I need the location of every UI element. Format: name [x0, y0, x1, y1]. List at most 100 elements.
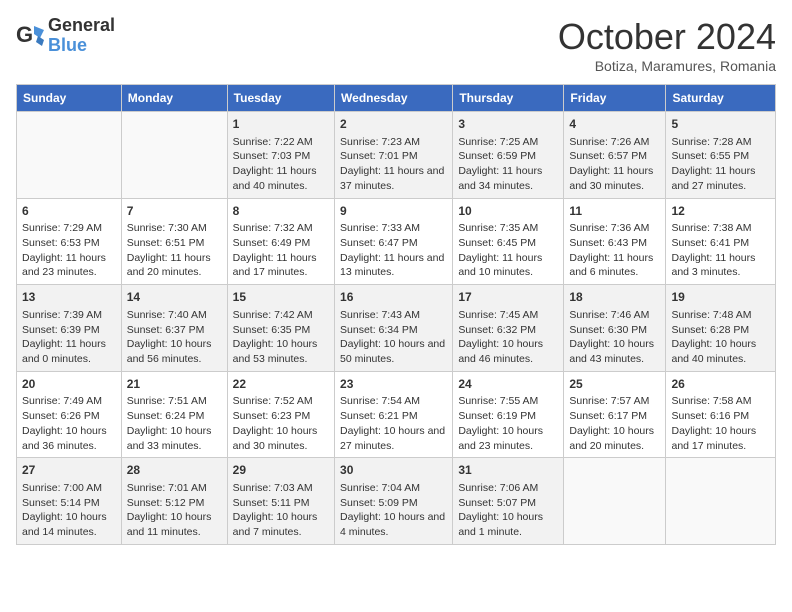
calendar-cell: 12Sunrise: 7:38 AM Sunset: 6:41 PM Dayli… [666, 198, 776, 285]
calendar-cell: 6Sunrise: 7:29 AM Sunset: 6:53 PM Daylig… [17, 198, 122, 285]
day-info: Sunrise: 7:23 AM Sunset: 7:01 PM Dayligh… [340, 135, 447, 194]
svg-text:G: G [16, 22, 33, 47]
day-number: 27 [22, 462, 116, 479]
calendar-cell [666, 458, 776, 545]
day-number: 20 [22, 376, 116, 393]
day-number: 18 [569, 289, 660, 306]
day-info: Sunrise: 7:26 AM Sunset: 6:57 PM Dayligh… [569, 135, 660, 194]
calendar-day-header: Tuesday [227, 85, 334, 112]
calendar-cell: 11Sunrise: 7:36 AM Sunset: 6:43 PM Dayli… [564, 198, 666, 285]
calendar-cell: 29 Sunrise: 7:03 AM Sunset: 5:11 PM Dayli… [227, 458, 334, 545]
day-info: Sunrise: 7:33 AM Sunset: 6:47 PM Dayligh… [340, 221, 447, 280]
calendar-cell [564, 458, 666, 545]
calendar-cell: 14 Sunrise: 7:40 AM Sunset: 6:37 PM Dayli… [121, 285, 227, 372]
day-info: Sunrise: 7:42 AM Sunset: 6:35 PM Dayligh… [233, 308, 329, 367]
day-number: 22 [233, 376, 329, 393]
day-info: Sunrise: 7:58 AM Sunset: 6:16 PM Dayligh… [671, 394, 770, 453]
day-info: Sunrise: 7:32 AM Sunset: 6:49 PM Dayligh… [233, 221, 329, 280]
day-number: 10 [458, 203, 558, 220]
day-info: Sunrise: 7:48 AM Sunset: 6:28 PM Dayligh… [671, 308, 770, 367]
day-info: Sunrise: 7:30 AM Sunset: 6:51 PM Dayligh… [127, 221, 222, 280]
calendar-cell: 7Sunrise: 7:30 AM Sunset: 6:51 PM Daylig… [121, 198, 227, 285]
logo-blue-text: Blue [48, 35, 87, 55]
day-info: Sunrise: 7:45 AM Sunset: 6:32 PM Dayligh… [458, 308, 558, 367]
calendar-cell: 31Sunrise: 7:06 AM Sunset: 5:07 PM Dayli… [453, 458, 564, 545]
day-number: 31 [458, 462, 558, 479]
day-number: 14 [127, 289, 222, 306]
calendar-cell: 17Sunrise: 7:45 AM Sunset: 6:32 PM Dayli… [453, 285, 564, 372]
calendar-week-row: 13Sunrise: 7:39 AM Sunset: 6:39 PM Dayli… [17, 285, 776, 372]
calendar-week-row: 20Sunrise: 7:49 AM Sunset: 6:26 PM Dayli… [17, 371, 776, 458]
day-info: Sunrise: 7:01 AM Sunset: 5:12 PM Dayligh… [127, 481, 222, 540]
day-info: Sunrise: 7:46 AM Sunset: 6:30 PM Dayligh… [569, 308, 660, 367]
day-info: Sunrise: 7:49 AM Sunset: 6:26 PM Dayligh… [22, 394, 116, 453]
calendar-cell [17, 112, 122, 199]
day-number: 9 [340, 203, 447, 220]
day-number: 12 [671, 203, 770, 220]
calendar-cell: 3 Sunrise: 7:25 AM Sunset: 6:59 PM Daylig… [453, 112, 564, 199]
day-number: 11 [569, 203, 660, 220]
day-info: Sunrise: 7:22 AM Sunset: 7:03 PM Dayligh… [233, 135, 329, 194]
logo: G General Blue [16, 16, 115, 56]
day-number: 30 [340, 462, 447, 479]
calendar-cell: 30Sunrise: 7:04 AM Sunset: 5:09 PM Dayli… [335, 458, 453, 545]
day-number: 8 [233, 203, 329, 220]
calendar-week-row: 27 Sunrise: 7:00 AM Sunset: 5:14 PM Dayli… [17, 458, 776, 545]
day-info: Sunrise: 7:25 AM Sunset: 6:59 PM Dayligh… [458, 135, 558, 194]
calendar-day-header: Wednesday [335, 85, 453, 112]
day-info: Sunrise: 7:40 AM Sunset: 6:37 PM Dayligh… [127, 308, 222, 367]
calendar-week-row: 1Sunrise: 7:22 AM Sunset: 7:03 PM Daylig… [17, 112, 776, 199]
day-number: 25 [569, 376, 660, 393]
calendar-cell: 21Sunrise: 7:51 AM Sunset: 6:24 PM Dayli… [121, 371, 227, 458]
logo-icon: G [16, 22, 44, 50]
calendar-cell: 27 Sunrise: 7:00 AM Sunset: 5:14 PM Dayli… [17, 458, 122, 545]
calendar-cell: 22Sunrise: 7:52 AM Sunset: 6:23 PM Dayli… [227, 371, 334, 458]
calendar-cell: 26Sunrise: 7:58 AM Sunset: 6:16 PM Dayli… [666, 371, 776, 458]
day-number: 5 [671, 116, 770, 133]
calendar-cell: 2Sunrise: 7:23 AM Sunset: 7:01 PM Daylig… [335, 112, 453, 199]
logo-general-text: General [48, 15, 115, 35]
day-info: Sunrise: 7:29 AM Sunset: 6:53 PM Dayligh… [22, 221, 116, 280]
calendar-day-header: Monday [121, 85, 227, 112]
day-info: Sunrise: 7:57 AM Sunset: 6:17 PM Dayligh… [569, 394, 660, 453]
calendar-cell: 4Sunrise: 7:26 AM Sunset: 6:57 PM Daylig… [564, 112, 666, 199]
calendar-cell [121, 112, 227, 199]
calendar-day-header: Sunday [17, 85, 122, 112]
calendar-day-header: Friday [564, 85, 666, 112]
calendar-day-header: Thursday [453, 85, 564, 112]
day-info: Sunrise: 7:28 AM Sunset: 6:55 PM Dayligh… [671, 135, 770, 194]
calendar-cell: 28 Sunrise: 7:01 AM Sunset: 5:12 PM Dayli… [121, 458, 227, 545]
day-info: Sunrise: 7:36 AM Sunset: 6:43 PM Dayligh… [569, 221, 660, 280]
calendar-cell: 16Sunrise: 7:43 AM Sunset: 6:34 PM Dayli… [335, 285, 453, 372]
day-number: 28 [127, 462, 222, 479]
calendar-week-row: 6Sunrise: 7:29 AM Sunset: 6:53 PM Daylig… [17, 198, 776, 285]
title-block: October 2024 Botiza, Maramures, Romania [558, 16, 776, 74]
day-number: 7 [127, 203, 222, 220]
calendar-cell: 5 Sunrise: 7:28 AM Sunset: 6:55 PM Daylig… [666, 112, 776, 199]
day-info: Sunrise: 7:00 AM Sunset: 5:14 PM Dayligh… [22, 481, 116, 540]
day-number: 26 [671, 376, 770, 393]
day-info: Sunrise: 7:43 AM Sunset: 6:34 PM Dayligh… [340, 308, 447, 367]
day-number: 29 [233, 462, 329, 479]
day-info: Sunrise: 7:39 AM Sunset: 6:39 PM Dayligh… [22, 308, 116, 367]
day-info: Sunrise: 7:03 AM Sunset: 5:11 PM Dayligh… [233, 481, 329, 540]
calendar-cell: 13Sunrise: 7:39 AM Sunset: 6:39 PM Dayli… [17, 285, 122, 372]
calendar-cell: 25Sunrise: 7:57 AM Sunset: 6:17 PM Dayli… [564, 371, 666, 458]
page-subtitle: Botiza, Maramures, Romania [558, 58, 776, 74]
day-info: Sunrise: 7:38 AM Sunset: 6:41 PM Dayligh… [671, 221, 770, 280]
day-number: 24 [458, 376, 558, 393]
calendar-cell: 9Sunrise: 7:33 AM Sunset: 6:47 PM Daylig… [335, 198, 453, 285]
calendar-table: SundayMondayTuesdayWednesdayThursdayFrid… [16, 84, 776, 545]
calendar-header-row: SundayMondayTuesdayWednesdayThursdayFrid… [17, 85, 776, 112]
calendar-cell: 23Sunrise: 7:54 AM Sunset: 6:21 PM Dayli… [335, 371, 453, 458]
day-number: 15 [233, 289, 329, 306]
calendar-cell: 1Sunrise: 7:22 AM Sunset: 7:03 PM Daylig… [227, 112, 334, 199]
day-number: 3 [458, 116, 558, 133]
day-info: Sunrise: 7:54 AM Sunset: 6:21 PM Dayligh… [340, 394, 447, 453]
calendar-cell: 20Sunrise: 7:49 AM Sunset: 6:26 PM Dayli… [17, 371, 122, 458]
calendar-cell: 8Sunrise: 7:32 AM Sunset: 6:49 PM Daylig… [227, 198, 334, 285]
calendar-cell: 19Sunrise: 7:48 AM Sunset: 6:28 PM Dayli… [666, 285, 776, 372]
day-info: Sunrise: 7:52 AM Sunset: 6:23 PM Dayligh… [233, 394, 329, 453]
calendar-cell: 10Sunrise: 7:35 AM Sunset: 6:45 PM Dayli… [453, 198, 564, 285]
calendar-cell: 15 Sunrise: 7:42 AM Sunset: 6:35 PM Dayli… [227, 285, 334, 372]
